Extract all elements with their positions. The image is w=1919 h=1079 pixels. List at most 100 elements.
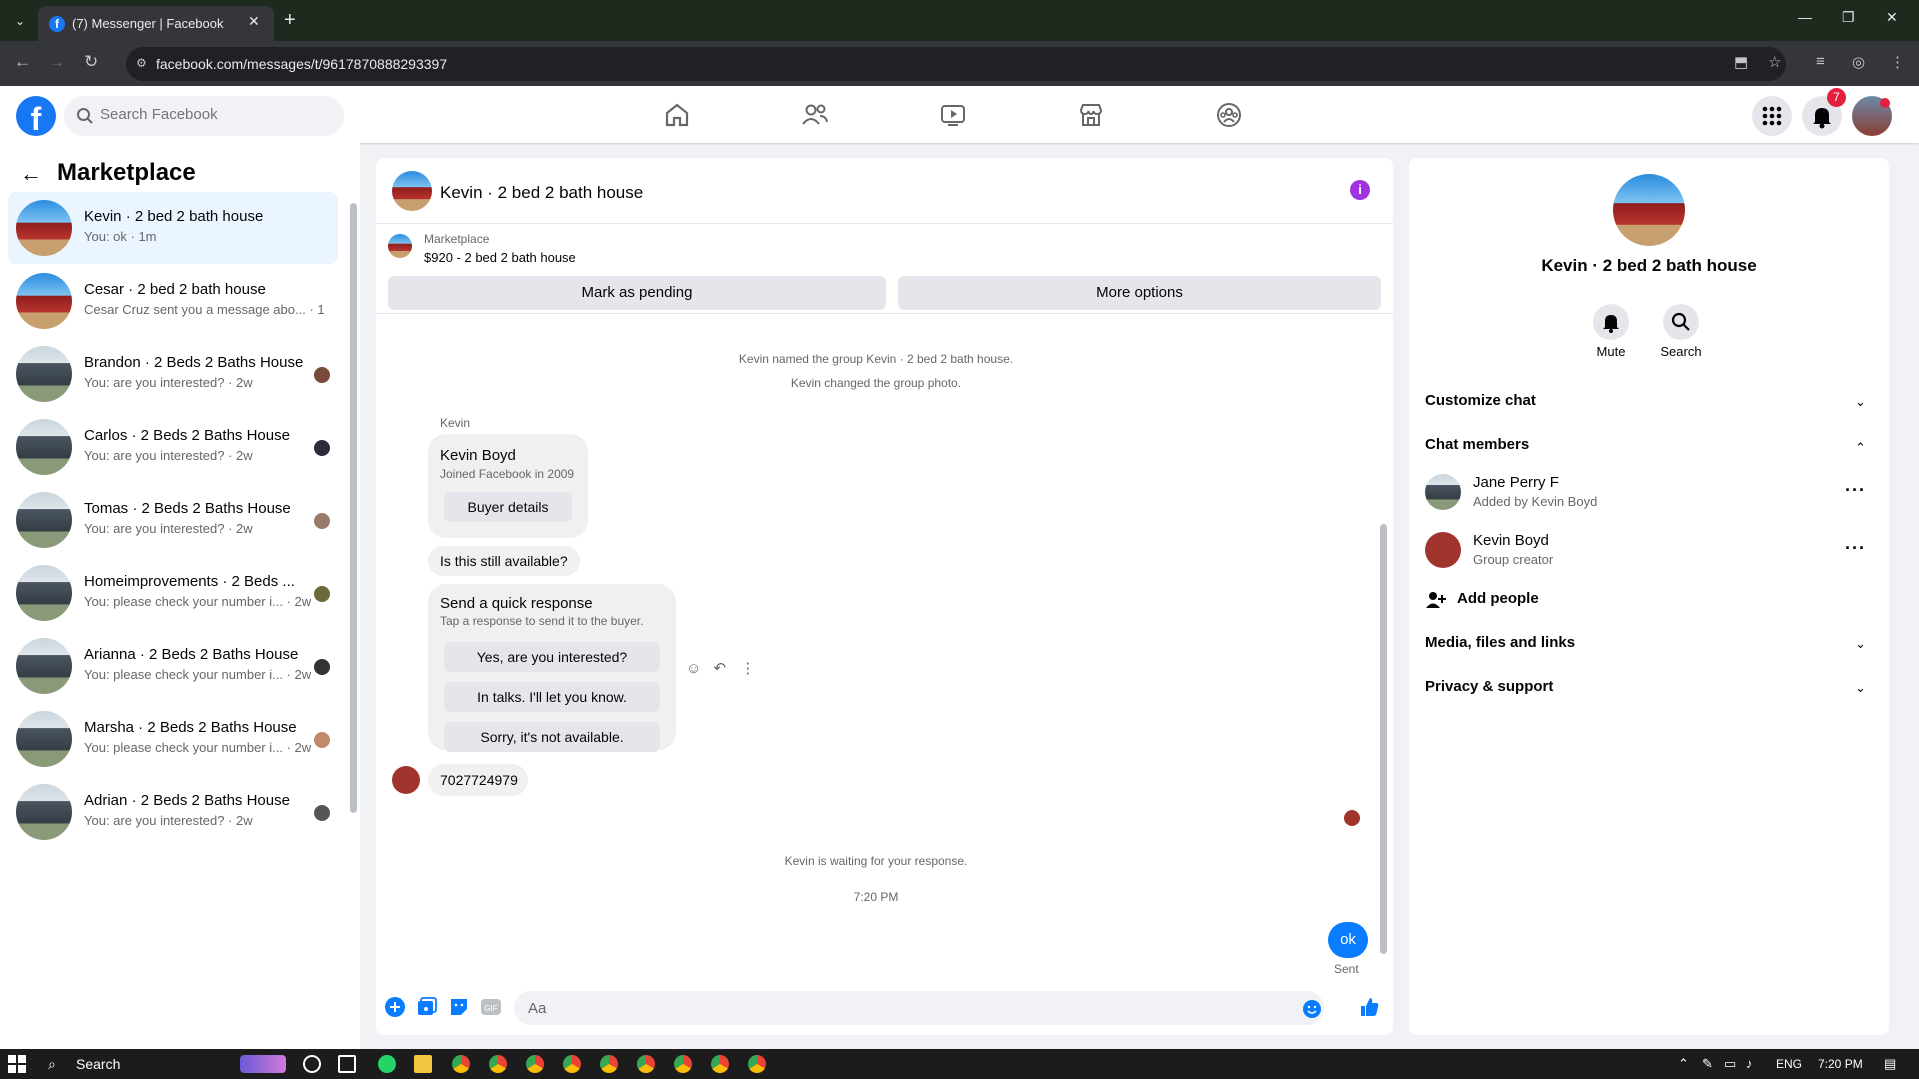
conversation-item[interactable]: Carlos · 2 Beds 2 Baths House You: are yo… — [8, 411, 338, 483]
install-app-icon[interactable]: ⬒ — [1734, 53, 1748, 71]
chevron-up-icon[interactable]: ⌃ — [1855, 440, 1866, 456]
chrome-icon[interactable] — [674, 1055, 692, 1073]
emoji-icon[interactable] — [1302, 999, 1322, 1019]
member-avatar[interactable] — [1425, 532, 1461, 568]
facebook-logo[interactable]: f — [16, 96, 56, 137]
mark-as-pending-button[interactable]: Mark as pending — [388, 276, 886, 310]
member-options-icon[interactable]: ··· — [1845, 480, 1866, 501]
minimize-icon[interactable]: — — [1798, 9, 1812, 25]
conversation-item[interactable]: Brandon · 2 Beds 2 Baths House You: are y… — [8, 338, 338, 410]
add-person-icon[interactable] — [1425, 590, 1447, 610]
profile-icon[interactable]: ◎ — [1852, 53, 1865, 71]
speaker-icon[interactable]: ♪ — [1746, 1056, 1753, 1071]
browser-menu-icon[interactable]: ⋮ — [1890, 53, 1905, 71]
add-plus-icon[interactable] — [384, 996, 406, 1018]
chrome-icon[interactable] — [452, 1055, 470, 1073]
task-view-icon[interactable] — [338, 1055, 356, 1073]
reply-icon[interactable]: ↶ — [714, 660, 727, 677]
tray-chevron-icon[interactable]: ⌃ — [1678, 1056, 1689, 1072]
chrome-icon[interactable] — [526, 1055, 544, 1073]
message-scrollbar[interactable] — [1380, 324, 1387, 964]
forward-arrow-icon[interactable]: → — [48, 52, 65, 72]
facebook-search-box[interactable] — [64, 96, 344, 136]
back-arrow-icon[interactable]: ← — [20, 161, 42, 187]
conversation-item[interactable]: Kevin · 2 bed 2 bath house You: ok · 1m — [8, 192, 338, 264]
more-actions-icon[interactable]: ⋮ — [740, 660, 755, 677]
add-people-button[interactable]: Add people — [1457, 590, 1539, 607]
my-message-bubble[interactable]: ok — [1328, 922, 1368, 958]
tab-close-icon[interactable]: ✕ — [248, 13, 260, 30]
search-input[interactable] — [100, 106, 330, 123]
conversation-item[interactable]: Adrian · 2 Beds 2 Baths House You: are yo… — [8, 776, 338, 848]
home-icon[interactable] — [662, 100, 692, 130]
chevron-down-icon[interactable]: ⌄ — [1855, 680, 1866, 696]
conversation-item[interactable]: Tomas · 2 Beds 2 Baths House You: are you… — [8, 484, 338, 556]
privacy-support-section[interactable]: Privacy & support — [1425, 678, 1553, 695]
clock[interactable]: 7:20 PM — [1818, 1057, 1863, 1071]
listing-price-title[interactable]: $920 - 2 bed 2 bath house — [424, 250, 576, 265]
browser-tab-active[interactable]: f (7) Messenger | Facebook ✕ — [38, 6, 274, 41]
react-emoji-icon[interactable]: ☺ — [686, 660, 701, 677]
window-close-icon[interactable]: ✕ — [1886, 9, 1898, 26]
media-control-icon[interactable]: ≡ — [1816, 53, 1825, 70]
site-info-icon[interactable]: ⚙ — [136, 56, 152, 72]
language-indicator[interactable]: ENG — [1776, 1057, 1802, 1071]
photo-icon[interactable] — [416, 996, 438, 1018]
quick-response-in-talks-button[interactable]: In talks. I'll let you know. — [444, 682, 660, 712]
conversation-item[interactable]: Marsha · 2 Beds 2 Baths House You: please… — [8, 703, 338, 775]
member-avatar[interactable] — [1425, 474, 1461, 510]
quick-response-yes-button[interactable]: Yes, are you interested? — [444, 642, 660, 672]
chevron-down-icon[interactable]: ⌄ — [1855, 394, 1866, 410]
message-bubble[interactable]: Is this still available? — [428, 546, 580, 576]
chrome-icon[interactable] — [748, 1055, 766, 1073]
chrome-icon[interactable] — [563, 1055, 581, 1073]
chrome-icon[interactable] — [637, 1055, 655, 1073]
address-bar[interactable]: ⚙ facebook.com/messages/t/96178708882933… — [126, 47, 1786, 81]
reload-icon[interactable]: ↻ — [84, 52, 98, 72]
media-files-section[interactable]: Media, files and links — [1425, 634, 1575, 651]
marketplace-icon[interactable] — [1076, 100, 1106, 130]
sticker-icon[interactable] — [448, 996, 470, 1018]
customize-chat-section[interactable]: Customize chat — [1425, 392, 1536, 409]
thumbs-up-icon[interactable] — [1358, 996, 1380, 1018]
buyer-details-button[interactable]: Buyer details — [444, 492, 572, 522]
conversation-item[interactable]: Arianna · 2 Beds 2 Baths House You: pleas… — [8, 630, 338, 702]
chat-members-section[interactable]: Chat members — [1425, 436, 1529, 453]
widget-icon[interactable] — [240, 1055, 286, 1073]
cortana-icon[interactable] — [303, 1055, 321, 1073]
conversation-item[interactable]: Homeimprovements · 2 Beds ... You: please… — [8, 557, 338, 629]
chrome-icon[interactable] — [711, 1055, 729, 1073]
member-name[interactable]: Jane Perry F — [1473, 474, 1559, 491]
groups-icon[interactable] — [1214, 100, 1244, 130]
network-icon[interactable]: ▭ — [1724, 1056, 1736, 1072]
info-icon[interactable]: i — [1350, 180, 1370, 200]
chat-title[interactable]: Kevin · 2 bed 2 bath house — [440, 183, 643, 203]
pen-icon[interactable]: ✎ — [1702, 1056, 1713, 1072]
back-arrow-icon[interactable]: ← — [14, 52, 31, 72]
whatsapp-icon[interactable] — [378, 1055, 396, 1073]
friends-icon[interactable] — [800, 100, 830, 130]
chevron-down-icon[interactable]: ⌄ — [1855, 636, 1866, 652]
notification-center-icon[interactable]: ▤ — [1884, 1056, 1896, 1072]
more-options-button[interactable]: More options — [898, 276, 1381, 310]
video-icon[interactable] — [938, 100, 968, 130]
bookmark-star-icon[interactable]: ☆ — [1768, 53, 1781, 71]
message-input[interactable]: Aa — [514, 991, 1324, 1025]
quick-response-not-available-button[interactable]: Sorry, it's not available. — [444, 722, 660, 752]
menu-grid-button[interactable] — [1752, 96, 1792, 136]
sender-avatar[interactable] — [392, 766, 420, 794]
file-explorer-icon[interactable] — [414, 1055, 432, 1073]
restore-icon[interactable]: ❐ — [1842, 9, 1855, 26]
conversation-item[interactable]: Cesar · 2 bed 2 bath house Cesar Cruz sen… — [8, 265, 338, 337]
message-bubble[interactable]: 7027724979 — [428, 764, 528, 796]
chat-avatar[interactable] — [392, 171, 432, 211]
gif-icon[interactable]: GIF — [480, 996, 502, 1018]
chrome-icon[interactable] — [600, 1055, 618, 1073]
member-name[interactable]: Kevin Boyd — [1473, 532, 1549, 549]
new-tab-icon[interactable]: + — [284, 9, 296, 32]
chrome-icon[interactable] — [489, 1055, 507, 1073]
conversation-list-scrollbar[interactable] — [350, 203, 357, 813]
windows-start-icon[interactable] — [8, 1055, 26, 1073]
search-button[interactable] — [1663, 304, 1699, 340]
tab-list-chevron-icon[interactable]: ⌄ — [10, 11, 30, 31]
